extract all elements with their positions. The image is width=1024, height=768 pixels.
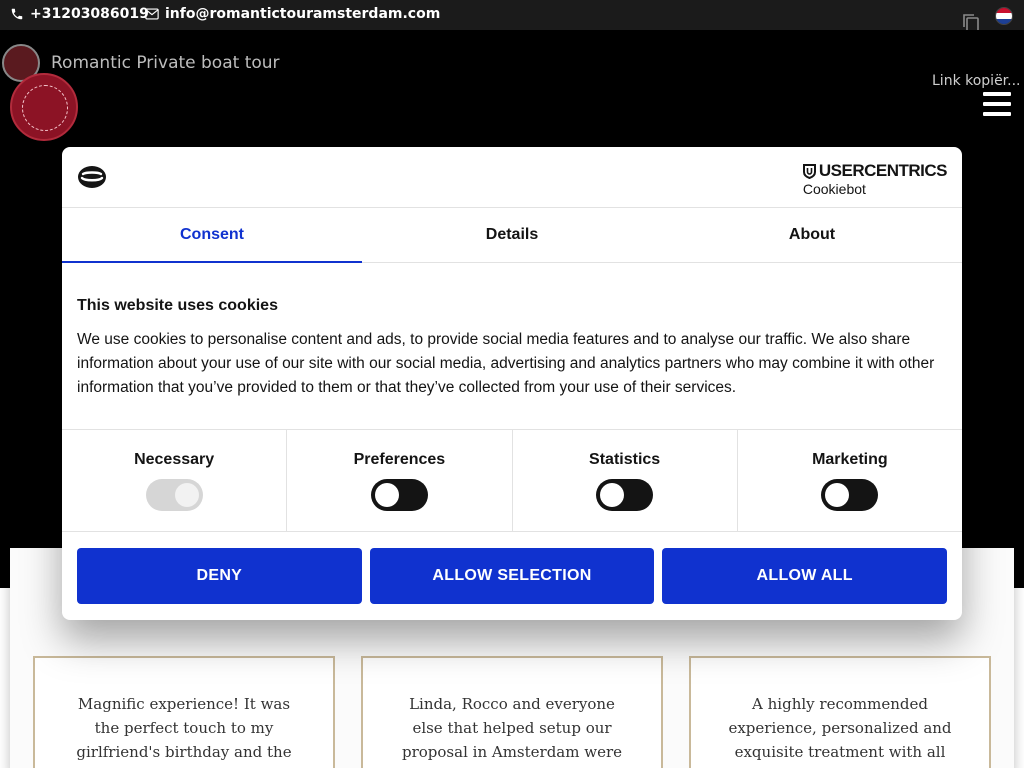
dialog-tabs: Consent Details About	[62, 208, 962, 263]
dialog-header: USERCENTRICS Cookiebot	[62, 147, 962, 208]
category-label: Marketing	[812, 451, 888, 468]
consent-text: We use cookies to personalise content an…	[77, 331, 935, 396]
cookiebot-logo-icon	[78, 166, 106, 188]
cookie-consent-dialog: USERCENTRICS Cookiebot Consent Details A…	[62, 147, 962, 620]
email-address: info@romantictouramsterdam.com	[165, 6, 441, 22]
consent-body: This website uses cookies We use cookies…	[62, 263, 962, 429]
contact-bar: +31203086019 info@romantictouramsterdam.…	[0, 0, 1024, 32]
deny-button[interactable]: DENY	[77, 548, 362, 604]
envelope-icon	[145, 8, 159, 20]
category-statistics: Statistics	[513, 430, 738, 531]
consent-heading: This website uses cookies	[77, 297, 278, 314]
necessary-toggle	[145, 479, 203, 511]
brand-name: USERCENTRICS	[818, 161, 948, 180]
category-label: Necessary	[134, 451, 215, 468]
video-title[interactable]: Romantic Private boat tour	[51, 53, 280, 73]
category-label: Preferences	[353, 451, 446, 468]
review-text: A highly recommended experience, persona…	[728, 695, 952, 768]
review-text: Magnific experience! It was the perfect …	[76, 695, 292, 768]
allow-all-button[interactable]: ALLOW ALL	[662, 548, 948, 604]
email-link[interactable]: info@romantictouramsterdam.com	[145, 6, 440, 22]
tab-consent[interactable]: Consent	[62, 208, 362, 263]
usercentrics-brand[interactable]: USERCENTRICS Cookiebot	[802, 161, 948, 197]
marketing-toggle[interactable]	[821, 479, 879, 511]
brand-sub: Cookiebot	[802, 181, 866, 197]
tab-about[interactable]: About	[662, 208, 962, 262]
allow-selection-button[interactable]: ALLOW SELECTION	[369, 548, 655, 604]
category-marketing: Marketing	[738, 430, 962, 531]
category-label: Statistics	[589, 451, 661, 468]
preferences-toggle[interactable]	[370, 479, 428, 511]
consent-buttons: DENY ALLOW SELECTION ALLOW ALL	[62, 532, 962, 604]
link-copy-label: Link kopiër...	[932, 73, 1021, 89]
review-card: A highly recommended experience, persona…	[689, 656, 991, 768]
category-preferences: Preferences	[287, 430, 513, 531]
romantic-tour-logo[interactable]	[10, 73, 78, 141]
dutch-flag-icon[interactable]	[995, 7, 1013, 25]
tab-details[interactable]: Details	[362, 208, 662, 262]
review-card: Magnific experience! It was the perfect …	[33, 656, 335, 768]
statistics-toggle[interactable]	[596, 479, 654, 511]
cookie-categories: Necessary Preferences Statistics Marketi…	[62, 429, 962, 532]
category-necessary: Necessary	[62, 430, 288, 531]
review-text: Linda, Rocco and everyone else that help…	[402, 695, 622, 768]
phone-link[interactable]: +31203086019	[10, 6, 149, 22]
phone-icon	[11, 8, 23, 20]
shield-icon	[802, 163, 816, 179]
phone-number: +31203086019	[30, 6, 149, 22]
review-card: Linda, Rocco and everyone else that help…	[361, 656, 663, 768]
menu-icon[interactable]	[983, 92, 1011, 122]
